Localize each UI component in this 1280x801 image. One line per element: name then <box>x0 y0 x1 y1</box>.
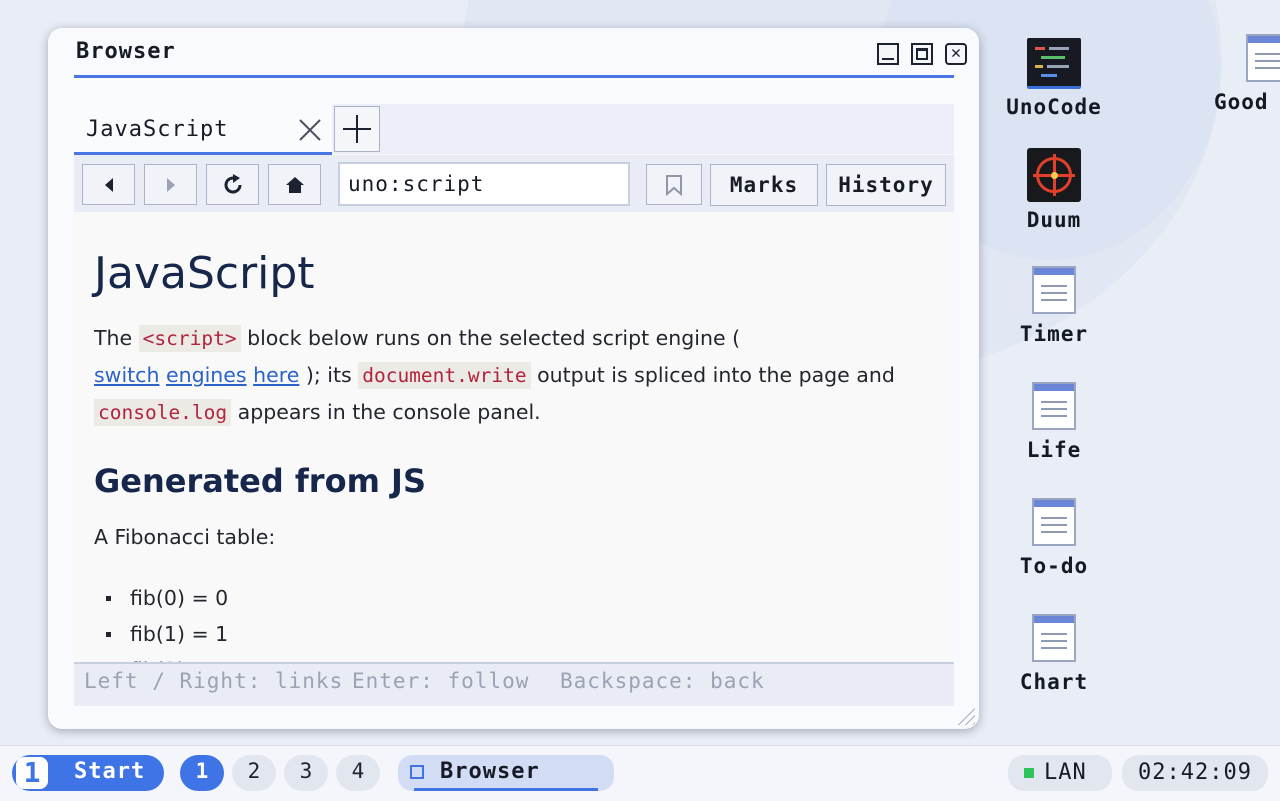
window-title[interactable]: Browser <box>76 39 176 64</box>
desktop-icon-unocode[interactable]: UnoCode <box>994 34 1114 119</box>
clock[interactable]: 02:42:09 <box>1122 755 1268 791</box>
start-label: Start <box>74 759 146 784</box>
page-content: JavaScript The <script> block below runs… <box>74 212 954 662</box>
window-icon <box>410 765 424 779</box>
close-icon: ✕ <box>950 43 962 63</box>
bookmark-button[interactable] <box>646 164 702 205</box>
back-arrow-icon <box>104 178 113 192</box>
document-icon <box>1032 382 1076 430</box>
fibonacci-list: fib(0) = 0 fib(1) = 1 fib(2) = 1 <box>94 580 228 662</box>
desktop-icon-life[interactable]: Life <box>994 378 1114 462</box>
url-input[interactable]: uno:script <box>338 162 630 206</box>
code-document-write: document.write <box>358 362 531 389</box>
list-item: fib(2) = 1 <box>94 652 228 662</box>
plus-icon <box>343 115 371 143</box>
workspace-2-button[interactable]: 2 <box>232 755 276 791</box>
reload-button[interactable] <box>206 164 259 205</box>
minimize-button[interactable] <box>877 43 899 65</box>
document-icon <box>1032 614 1076 662</box>
tab-javascript[interactable]: JavaScript <box>74 104 332 155</box>
desktop-icon-label: Duum <box>1026 208 1082 232</box>
start-button[interactable]: 1 Start <box>12 755 164 791</box>
reload-icon <box>224 174 241 194</box>
close-button[interactable]: ✕ <box>945 43 967 65</box>
home-icon <box>285 177 304 193</box>
workspace-4-button[interactable]: 4 <box>336 755 380 791</box>
taskbar: 1 Start 1 2 3 4 Browser LAN 02:42:09 <box>0 745 1280 801</box>
desktop-icon-todo[interactable]: To-do <box>994 494 1114 578</box>
desktop-icon-good[interactable]: Good <box>1208 30 1280 114</box>
network-label: LAN <box>1044 760 1087 785</box>
section-heading: Generated from JS <box>94 462 426 500</box>
code-editor-icon <box>1027 38 1081 89</box>
document-icon <box>1032 266 1076 314</box>
desktop-icon-label: To-do <box>1019 554 1089 578</box>
desktop-icon-label: Timer <box>1019 322 1089 346</box>
taskbar-item-browser[interactable]: Browser <box>398 755 614 791</box>
resize-grip-icon[interactable] <box>953 703 975 725</box>
code-console-log: console.log <box>94 399 232 426</box>
document-icon <box>1032 498 1076 546</box>
navigation-toolbar: uno:script Marks History <box>74 155 954 214</box>
tab-strip: JavaScript <box>74 104 954 155</box>
network-ok-icon <box>1024 768 1034 778</box>
list-item: fib(0) = 0 <box>94 580 228 616</box>
active-indicator <box>414 788 598 791</box>
desktop-icon-label: Life <box>1026 438 1082 462</box>
taskbar-item-label: Browser <box>440 759 540 784</box>
link-here[interactable]: here <box>253 363 299 387</box>
home-button[interactable] <box>268 164 321 205</box>
tab-label: JavaScript <box>86 117 229 142</box>
new-tab-button[interactable] <box>334 106 380 152</box>
text-run: block below runs on the selected script … <box>240 326 741 350</box>
desktop-icon-label: Good <box>1214 90 1269 114</box>
start-number: 1 <box>16 757 48 789</box>
history-button[interactable]: History <box>826 164 946 206</box>
text-run: output is spliced into the page and <box>530 363 895 387</box>
forward-button[interactable] <box>144 164 197 205</box>
browser-window: Browser ✕ JavaScript uno:script Marks Hi… <box>48 28 979 729</box>
text-run: The <box>94 326 139 350</box>
document-icon <box>1246 34 1280 82</box>
tab-close-icon[interactable] <box>298 118 322 142</box>
network-status[interactable]: LAN <box>1008 755 1112 791</box>
desktop-icon-label: Chart <box>1019 670 1089 694</box>
text-run: ); its <box>305 363 359 387</box>
status-bar: Left / Right: links Enter: follow Backsp… <box>74 662 954 706</box>
desktop-icon-timer[interactable]: Timer <box>994 262 1114 346</box>
desktop-icon-label: UnoCode <box>1006 95 1102 119</box>
link-engines[interactable]: engines <box>166 363 247 387</box>
status-hint: Backspace: back <box>560 669 765 693</box>
marks-button[interactable]: Marks <box>710 164 818 206</box>
list-item: fib(1) = 1 <box>94 616 228 652</box>
crosshair-icon <box>1027 148 1081 202</box>
code-script: <script> <box>138 325 241 352</box>
link-switch[interactable]: switch <box>94 363 159 387</box>
title-underline <box>74 75 954 78</box>
intro-paragraph: The <script> block below runs on the sel… <box>94 320 944 431</box>
forward-arrow-icon <box>166 178 175 192</box>
fibonacci-intro: A Fibonacci table: <box>94 525 276 549</box>
status-hint: Left / Right: links <box>84 669 344 693</box>
bookmark-icon <box>666 175 682 197</box>
workspace-1-button[interactable]: 1 <box>180 755 224 791</box>
status-hint: Enter: follow <box>352 669 530 693</box>
text-run: appears in the console panel. <box>231 400 541 424</box>
workspace-3-button[interactable]: 3 <box>284 755 328 791</box>
back-button[interactable] <box>82 164 135 205</box>
page-title: JavaScript <box>94 248 315 299</box>
desktop-icon-duum[interactable]: Duum <box>994 148 1114 232</box>
maximize-button[interactable] <box>911 43 933 65</box>
desktop-icon-chart[interactable]: Chart <box>994 610 1114 694</box>
